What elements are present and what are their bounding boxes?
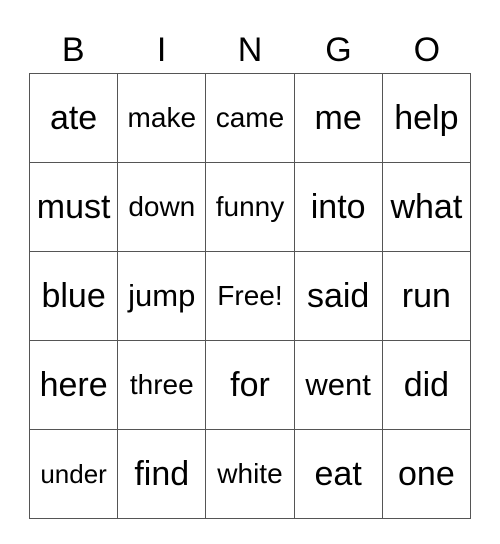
- bingo-row: blue jump Free! said run: [28, 251, 472, 341]
- header-letter: G: [325, 31, 352, 69]
- bingo-row: under find white eat one: [28, 429, 472, 519]
- bingo-cell[interactable]: ate: [28, 73, 119, 163]
- bingo-cell[interactable]: run: [381, 251, 472, 341]
- bingo-cell[interactable]: must: [28, 162, 119, 252]
- bingo-row: ate make came me help: [28, 73, 472, 163]
- bingo-cell[interactable]: three: [117, 340, 207, 430]
- bingo-cell[interactable]: here: [28, 340, 119, 430]
- header-letter: I: [156, 31, 167, 69]
- bingo-cell[interactable]: blue: [28, 251, 119, 341]
- bingo-cell[interactable]: came: [205, 73, 295, 163]
- bingo-cell[interactable]: one: [381, 429, 472, 519]
- bingo-row: here three for went did: [28, 340, 472, 430]
- bingo-cell[interactable]: white: [205, 429, 295, 519]
- bingo-cell[interactable]: eat: [293, 429, 383, 519]
- bingo-cell[interactable]: find: [117, 429, 207, 519]
- bingo-cell[interactable]: did: [381, 340, 472, 430]
- bingo-cell[interactable]: said: [293, 251, 383, 341]
- header-letter: O: [413, 31, 441, 69]
- header-letter: B: [61, 31, 85, 69]
- bingo-cell[interactable]: what: [381, 162, 472, 252]
- bingo-cell[interactable]: me: [293, 73, 383, 163]
- bingo-cell[interactable]: for: [205, 340, 295, 430]
- free-space-cell[interactable]: Free!: [205, 251, 295, 341]
- header-letter: N: [237, 31, 263, 69]
- bingo-cell[interactable]: funny: [205, 162, 295, 252]
- bingo-cell[interactable]: make: [117, 73, 207, 163]
- bingo-cell[interactable]: down: [117, 162, 207, 252]
- bingo-card: ate make came me help must down funny in…: [28, 73, 472, 519]
- bingo-cell[interactable]: jump: [117, 251, 207, 341]
- bingo-cell[interactable]: into: [293, 162, 383, 252]
- bingo-cell[interactable]: help: [381, 73, 472, 163]
- bingo-cell[interactable]: went: [293, 340, 383, 430]
- bingo-cell[interactable]: under: [28, 429, 119, 519]
- bingo-header: B I N G O: [29, 30, 471, 70]
- bingo-row: must down funny into what: [28, 162, 472, 252]
